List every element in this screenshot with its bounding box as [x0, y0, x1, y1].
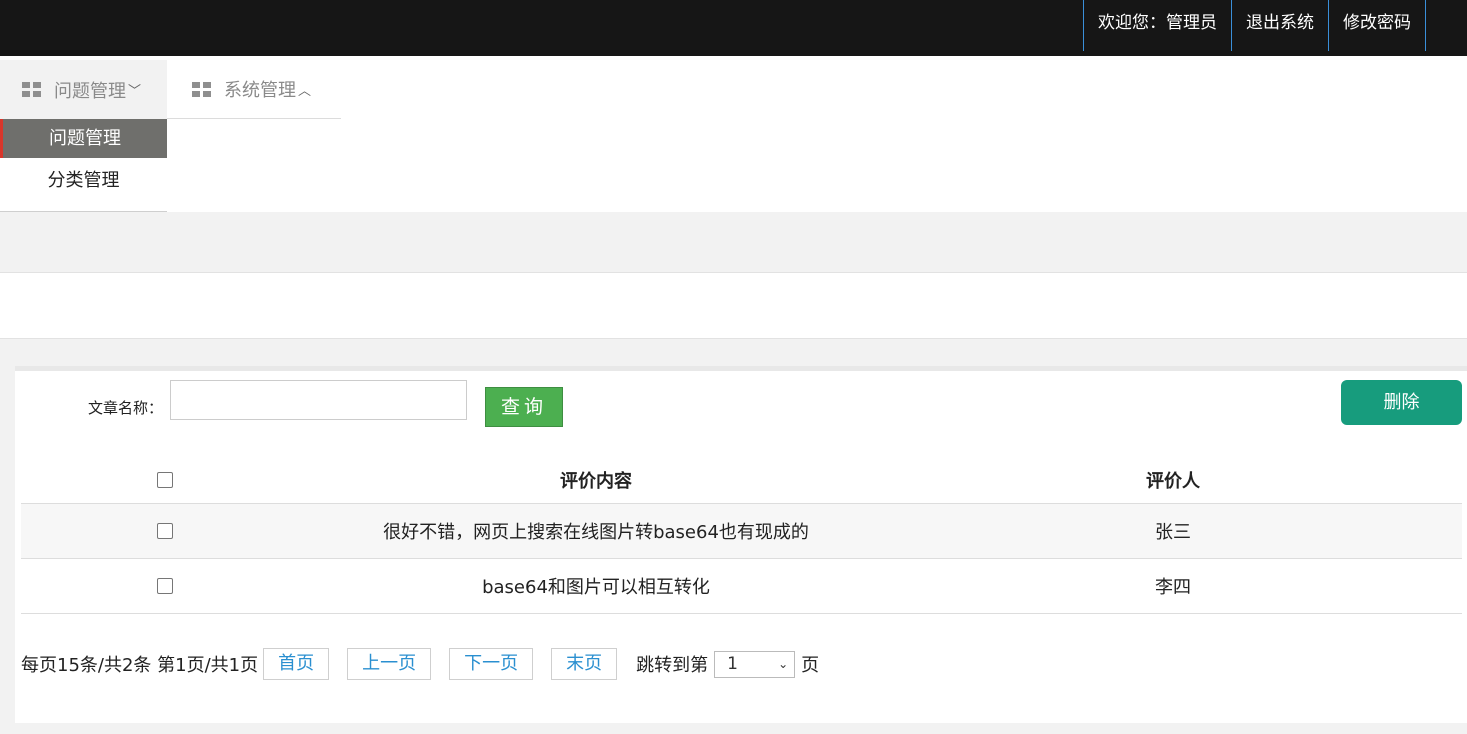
- query-button[interactable]: 查询: [485, 387, 563, 427]
- content-header-band: [0, 212, 1467, 273]
- table-header-row: 评价内容 评价人: [21, 457, 1462, 504]
- tab-label: 系统管理: [224, 80, 296, 101]
- jump-label: 跳转到第: [636, 655, 709, 676]
- submenu-item-question-management[interactable]: 问题管理: [0, 119, 167, 158]
- page-unit-label: 页: [801, 655, 820, 676]
- table-row: base64和图片可以相互转化 李四: [21, 558, 1462, 614]
- grid-icon: [22, 82, 41, 97]
- tab-label: 问题管理: [54, 80, 126, 102]
- row-checkbox[interactable]: [156, 578, 173, 594]
- chevron-down-icon: ⌄: [778, 657, 789, 671]
- grid-icon: [192, 81, 211, 97]
- welcome-text: 欢迎您：管理员: [1083, 0, 1231, 51]
- submenu-item-category-management[interactable]: 分类管理: [0, 161, 167, 200]
- table-row: 很好不错，网页上搜索在线图片转base64也有现成的 张三: [21, 503, 1462, 559]
- chevron-down-icon: ﹀: [128, 84, 142, 99]
- search-label: 文章名称：: [88, 399, 164, 417]
- top-bar: 欢迎您：管理员 退出系统 修改密码: [0, 0, 1467, 56]
- last-page-button[interactable]: 末页: [551, 648, 618, 680]
- select-all-checkbox[interactable]: [156, 472, 173, 489]
- change-password-link[interactable]: 修改密码: [1328, 0, 1426, 51]
- submenu: 问题管理 分类管理: [0, 119, 167, 212]
- review-content: 很好不错，网页上搜索在线图片转base64也有现成的: [308, 503, 884, 559]
- review-content: base64和图片可以相互转化: [308, 558, 884, 614]
- page-jump-value: 1: [727, 654, 738, 674]
- row-check-cell: [21, 503, 308, 559]
- review-table: 评价内容 评价人 很好不错，网页上搜索在线图片转base64也有现成的 张三 b…: [21, 457, 1462, 614]
- pager-summary: 每页15条/共2条 第1页/共1页: [21, 655, 259, 676]
- first-page-button[interactable]: 首页: [263, 648, 330, 680]
- tab-system-management[interactable]: 系统管理 ︿: [167, 60, 341, 119]
- pagination: 每页15条/共2条 第1页/共1页 首页 上一页 下一页 末页 跳转到第 1 ⌄…: [21, 648, 819, 680]
- article-name-input[interactable]: [170, 380, 467, 420]
- chevron-up-icon: ︿: [298, 83, 312, 99]
- page-jump-select[interactable]: 1 ⌄: [714, 650, 796, 678]
- logout-link[interactable]: 退出系统: [1231, 0, 1328, 51]
- row-checkbox[interactable]: [156, 523, 173, 539]
- delete-button[interactable]: 删除: [1341, 380, 1462, 425]
- content-toolbar-band: [0, 273, 1467, 339]
- top-links: 欢迎您：管理员 退出系统 修改密码: [1083, 0, 1426, 51]
- next-page-button[interactable]: 下一页: [449, 648, 534, 680]
- row-check-cell: [21, 558, 308, 614]
- prev-page-button[interactable]: 上一页: [347, 648, 432, 680]
- reviewer-name: 李四: [884, 558, 1462, 614]
- main-panel: 文章名称： 查询 删除 评价内容 评价人 很好不错，网页上搜索在线图片转base…: [15, 366, 1467, 723]
- column-header-reviewer: 评价人: [884, 457, 1462, 504]
- nav-area: 问题管理 ﹀ 系统管理 ︿ 问题管理 分类管理: [0, 56, 1467, 212]
- select-all-cell: [21, 457, 308, 504]
- tab-question-management[interactable]: 问题管理 ﹀: [0, 60, 167, 119]
- column-header-content: 评价内容: [308, 457, 884, 504]
- reviewer-name: 张三: [884, 503, 1462, 559]
